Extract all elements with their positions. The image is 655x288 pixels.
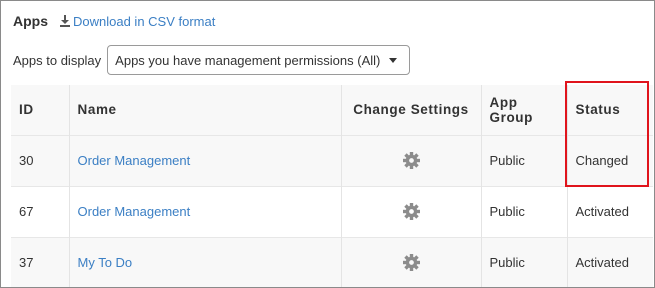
app-group-header-line2: Group (489, 109, 533, 125)
gear-icon[interactable] (402, 254, 420, 272)
table-row: 67 Order Management Public Activated (11, 185, 653, 237)
app-id: 37 (11, 236, 69, 287)
apps-to-display-select[interactable]: Apps you have management permissions (Al… (107, 45, 411, 75)
app-id: 30 (11, 134, 69, 186)
download-icon (60, 15, 70, 27)
column-header-name[interactable]: Name (68, 85, 341, 135)
app-id: 67 (11, 185, 69, 237)
chevron-down-icon (389, 58, 398, 63)
apps-table: ID Name Change Settings App Group Status… (11, 85, 653, 287)
apps-panel: Apps Download in CSV format Apps to disp… (0, 0, 655, 288)
download-csv-label: Download in CSV format (73, 13, 216, 29)
column-header-status[interactable]: Status (566, 85, 653, 135)
app-name-link[interactable]: Order Management (78, 204, 191, 219)
app-status: Changed (566, 134, 653, 186)
app-group: Public (480, 236, 567, 287)
column-header-id[interactable]: ID (11, 85, 69, 135)
table-header-row: ID Name Change Settings App Group Status (11, 85, 653, 135)
column-header-change-settings: Change Settings (340, 85, 481, 135)
page-title: Apps (13, 13, 48, 29)
gear-icon[interactable] (402, 152, 420, 170)
app-status: Activated (566, 236, 653, 287)
table-row: 37 My To Do Public Activated (11, 236, 653, 287)
app-status: Activated (566, 185, 653, 237)
table-row: 30 Order Management Public Changed (11, 134, 653, 186)
panel-header: Apps Download in CSV format (13, 11, 215, 31)
download-csv-link[interactable]: Download in CSV format (60, 14, 215, 29)
apps-to-display-label: Apps to display (13, 52, 102, 68)
gear-icon[interactable] (402, 203, 420, 221)
apps-to-display-value: Apps you have management permissions (Al… (115, 52, 381, 68)
app-group: Public (480, 134, 567, 186)
column-header-app-group[interactable]: App Group (480, 85, 567, 135)
app-group: Public (480, 185, 567, 237)
app-group-header-line1: App (489, 94, 518, 110)
app-name-link[interactable]: Order Management (78, 153, 191, 168)
filter-row: Apps to display Apps you have management… (13, 45, 411, 75)
app-name-link[interactable]: My To Do (78, 255, 133, 270)
